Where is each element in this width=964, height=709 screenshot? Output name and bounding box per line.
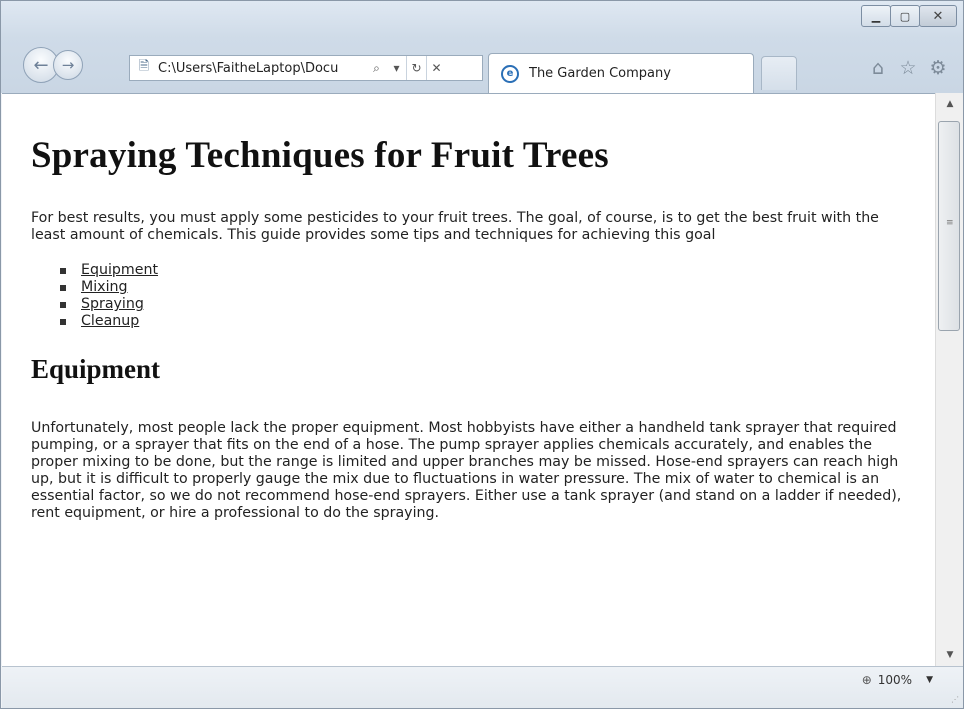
toc-item: Cleanup <box>60 313 911 330</box>
dropdown-icon[interactable]: ▾ <box>386 56 406 80</box>
toc-item: Mixing <box>60 279 911 296</box>
settings-icon[interactable]: ⚙ <box>927 57 949 79</box>
maximize-button[interactable]: ▢ <box>890 5 920 27</box>
page-viewport: Spraying Techniques for Fruit Trees For … <box>2 93 935 666</box>
address-input[interactable]: C:\Users\FaitheLaptop\Docu <box>158 61 366 76</box>
vertical-scrollbar[interactable]: ▲ ≡ ▼ <box>935 93 963 666</box>
search-icon[interactable]: ⌕ <box>366 56 386 80</box>
browser-chrome: ▁ ▢ ✕ ← → 🗎 C:\Users\FaitheLaptop\Docu ⌕… <box>1 1 963 93</box>
new-tab-button[interactable] <box>761 56 797 90</box>
toc-item: Equipment <box>60 262 911 279</box>
link-spraying[interactable]: Spraying <box>81 296 144 313</box>
favorites-icon[interactable]: ☆ <box>897 57 919 79</box>
ie-page-icon: e <box>501 64 519 83</box>
navigation-buttons: ← → <box>23 47 83 83</box>
link-cleanup[interactable]: Cleanup <box>81 313 139 330</box>
back-icon: ← <box>33 54 49 76</box>
intro-paragraph: For best results, you must apply some pe… <box>31 210 879 243</box>
minimize-button[interactable]: ▁ <box>861 5 891 27</box>
window-controls: ▁ ▢ ✕ <box>861 5 957 27</box>
table-of-contents: Equipment Mixing Spraying Cleanup <box>60 262 911 330</box>
equipment-paragraph: Unfortunately, most people lack the prop… <box>31 420 902 521</box>
link-equipment[interactable]: Equipment <box>81 262 158 279</box>
zoom-icon: ⊕ <box>861 673 872 687</box>
minimize-icon: ▁ <box>871 9 881 23</box>
bullet-icon <box>60 284 66 291</box>
address-bar[interactable]: 🗎 C:\Users\FaitheLaptop\Docu ⌕ ▾ ↻ ✕ <box>129 55 483 81</box>
zoom-level: 100% <box>877 673 913 687</box>
toc-item: Spraying <box>60 296 911 313</box>
section-heading-equipment: Equipment <box>31 354 161 384</box>
page-title: Spraying Techniques for Fruit Trees <box>31 135 609 176</box>
close-button[interactable]: ✕ <box>919 5 957 27</box>
bullet-icon <box>60 267 66 274</box>
forward-icon: → <box>61 56 75 74</box>
status-bar: ⊕ 100% ▼ ⋰ <box>2 666 963 708</box>
zoom-dropdown-icon[interactable]: ▼ <box>926 675 933 685</box>
link-mixing[interactable]: Mixing <box>81 279 128 296</box>
browser-window: ▁ ▢ ✕ ← → 🗎 C:\Users\FaitheLaptop\Docu ⌕… <box>0 0 964 709</box>
grip-icon: ≡ <box>946 218 954 228</box>
tab-the-garden-company[interactable]: e The Garden Company <box>488 53 754 93</box>
home-icon[interactable]: ⌂ <box>867 57 889 79</box>
scroll-thumb[interactable]: ≡ <box>938 121 960 331</box>
refresh-icon[interactable]: ↻ <box>406 56 426 80</box>
forward-button[interactable]: → <box>53 50 83 80</box>
page-content: Spraying Techniques for Fruit Trees For … <box>31 94 911 522</box>
scroll-up-icon[interactable]: ▲ <box>936 95 964 113</box>
browser-tools: ⌂ ☆ ⚙ <box>867 57 949 79</box>
tab-title: The Garden Company <box>529 66 671 81</box>
scroll-down-icon[interactable]: ▼ <box>936 646 964 664</box>
bullet-icon <box>60 318 66 325</box>
bullet-icon <box>60 301 66 308</box>
zoom-control[interactable]: ⊕ 100% ▼ <box>862 673 933 687</box>
resize-grip-icon[interactable]: ⋰ <box>951 695 959 704</box>
maximize-icon: ▢ <box>899 9 911 23</box>
stop-icon[interactable]: ✕ <box>426 56 446 80</box>
page-icon: 🗎 <box>138 59 150 74</box>
close-icon: ✕ <box>932 8 944 24</box>
